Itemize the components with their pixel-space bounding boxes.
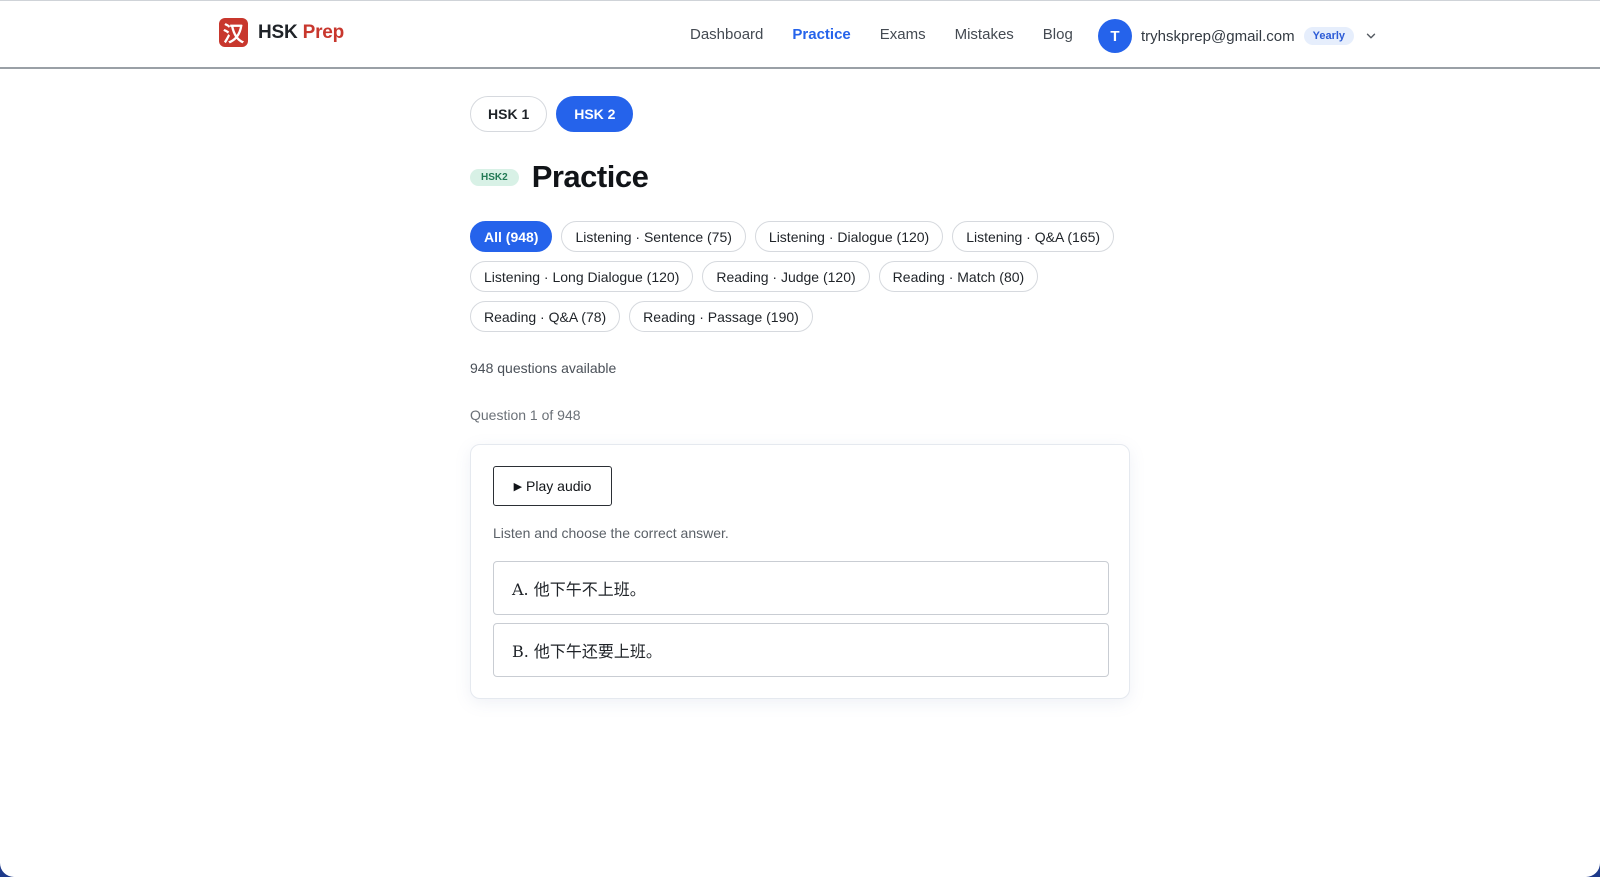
play-audio-button[interactable]: ▶ Play audio <box>493 466 612 506</box>
brand-logo[interactable]: 汉 HSK Prep <box>219 18 344 47</box>
questions-available-text: 948 questions available <box>470 360 617 376</box>
play-audio-label: Play audio <box>526 478 592 494</box>
filter-listening-sentence[interactable]: Listening · Sentence (75) <box>561 221 746 252</box>
logo-icon: 汉 <box>219 18 248 47</box>
main-nav: Dashboard Practice Exams Mistakes Blog <box>690 25 1102 45</box>
question-instruction: Listen and choose the correct answer. <box>493 525 729 541</box>
level-badge: HSK2 <box>470 168 519 186</box>
filter-listening-dialogue[interactable]: Listening · Dialogue (120) <box>754 221 944 252</box>
level-selector: HSK 1 HSK 2 <box>470 96 642 132</box>
question-type-filters: All (948) Listening · Sentence (75) List… <box>470 221 1130 341</box>
user-email: tryhskprep@gmail.com <box>1141 27 1295 45</box>
plan-badge: Yearly <box>1303 27 1355 45</box>
nav-practice[interactable]: Practice <box>792 25 850 45</box>
page-title-row: HSK2 Practice <box>470 159 649 195</box>
question-card: ▶ Play audio Listen and choose the corre… <box>470 444 1130 699</box>
level-hsk1-button[interactable]: HSK 1 <box>470 96 548 132</box>
filter-reading-qa[interactable]: Reading · Q&A (78) <box>470 301 621 332</box>
filter-reading-passage[interactable]: Reading · Passage (190) <box>629 301 813 332</box>
chevron-down-icon[interactable] <box>1364 29 1378 43</box>
filter-listening-qa[interactable]: Listening · Q&A (165) <box>952 221 1115 252</box>
filter-reading-match[interactable]: Reading · Match (80) <box>878 261 1039 292</box>
brand-name: HSK Prep <box>258 22 344 44</box>
level-hsk2-button[interactable]: HSK 2 <box>556 96 634 132</box>
filter-all[interactable]: All (948) <box>470 221 553 252</box>
brand-name-hsk: HSK <box>258 21 298 43</box>
play-icon: ▶ <box>513 480 523 493</box>
avatar[interactable]: T <box>1098 19 1132 53</box>
user-menu[interactable]: T tryhskprep@gmail.com Yearly <box>1098 19 1378 53</box>
nav-dashboard[interactable]: Dashboard <box>690 25 763 45</box>
nav-blog[interactable]: Blog <box>1043 25 1073 45</box>
filter-reading-judge[interactable]: Reading · Judge (120) <box>702 261 870 292</box>
page-title: Practice <box>531 159 649 194</box>
filter-listening-long-dialogue[interactable]: Listening · Long Dialogue (120) <box>470 261 694 292</box>
app-window: 汉 HSK Prep Dashboard Practice Exams Mist… <box>0 0 1600 877</box>
top-navigation-bar: 汉 HSK Prep Dashboard Practice Exams Mist… <box>0 1 1600 69</box>
nav-mistakes[interactable]: Mistakes <box>955 25 1014 45</box>
question-progress-text: Question 1 of 948 <box>470 407 581 423</box>
answer-option-a[interactable]: A. 他下午不上班。 <box>493 561 1109 615</box>
brand-name-prep: Prep <box>302 21 345 43</box>
answer-option-b[interactable]: B. 他下午还要上班。 <box>493 623 1109 677</box>
nav-exams[interactable]: Exams <box>880 25 926 45</box>
